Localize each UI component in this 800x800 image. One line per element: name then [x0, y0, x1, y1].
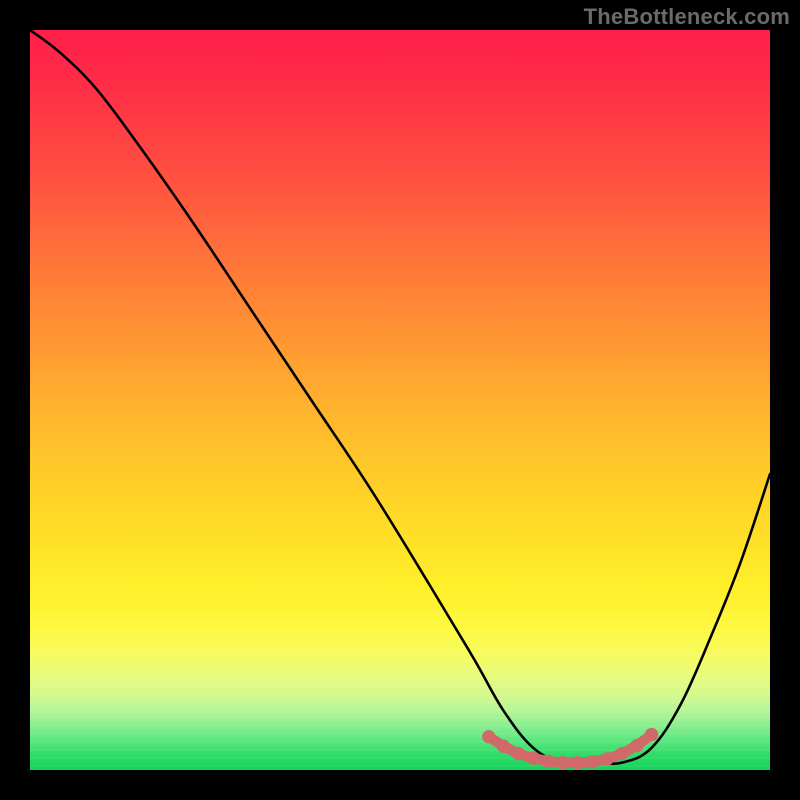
plot-area	[30, 30, 770, 770]
optimal-marker	[512, 747, 525, 760]
optimal-marker	[630, 739, 643, 752]
optimal-marker	[645, 728, 658, 741]
optimal-marker	[527, 752, 540, 765]
watermark-text: TheBottleneck.com	[584, 4, 790, 30]
optimal-marker	[497, 740, 510, 753]
optimal-marker	[601, 752, 614, 765]
chart-overlay	[30, 30, 770, 770]
optimal-region-markers	[482, 728, 658, 769]
optimal-marker-line	[489, 734, 652, 762]
optimal-marker	[586, 755, 599, 768]
optimal-marker	[482, 730, 495, 743]
optimal-marker	[541, 754, 554, 767]
optimal-marker	[556, 756, 569, 769]
optimal-marker	[571, 756, 584, 769]
bottleneck-curve-line	[30, 30, 770, 764]
optimal-marker	[615, 747, 628, 760]
chart-frame: TheBottleneck.com	[0, 0, 800, 800]
